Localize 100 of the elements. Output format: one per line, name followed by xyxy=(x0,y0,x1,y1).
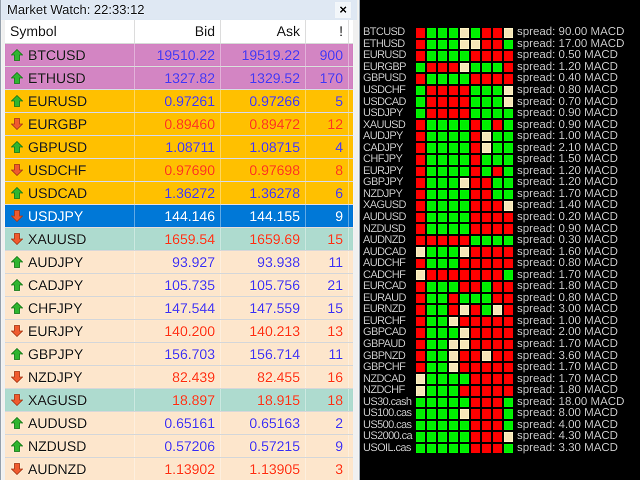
spread-label: spread: 1.70 MACD xyxy=(517,339,618,350)
symbol-name: USDCHF xyxy=(28,160,86,180)
spread-label: spread: 4.30 MACD xyxy=(517,431,618,442)
close-button[interactable]: × xyxy=(335,2,351,18)
signal-symbol: USDCHF xyxy=(363,85,406,96)
spread-label: spread: 1.60 MACD xyxy=(517,246,618,258)
symbol-row[interactable]: XAUUSD 1659.54 1659.69 15 xyxy=(5,227,353,250)
symbol-name: XAUUSD xyxy=(28,230,86,248)
spread-label: spread: 1.20 MACD xyxy=(517,166,618,177)
down-arrow-icon xyxy=(11,325,23,337)
symbol-row[interactable]: NZDUSD 0.57206 0.57215 9 xyxy=(5,434,353,457)
symbol-row[interactable]: AUDNZD 1.13902 1.13905 3 xyxy=(5,457,353,480)
symbol-row[interactable]: XAGUSD 18.897 18.915 18 xyxy=(5,388,353,411)
signal-symbol: GBPJPY xyxy=(363,177,404,188)
spread-label: spread: 1.80 MACD xyxy=(517,385,618,396)
spread-label: spread: 1.00 MACD xyxy=(517,316,618,327)
spread-label: spread: 8.00 MACD xyxy=(517,408,618,420)
up-arrow-icon xyxy=(11,256,23,268)
spread-label: spread: 1.70 MACD xyxy=(517,270,618,281)
spread-label: spread: 0.90 MACD xyxy=(517,224,618,235)
spread-label: spread: 0.80 MACD xyxy=(517,292,618,304)
down-arrow-icon xyxy=(11,164,23,176)
bid-price: 1.13902 xyxy=(135,458,221,480)
spread-label: spread: 0.80 MACD xyxy=(517,258,618,270)
spread-label: spread: 0.90 MACD xyxy=(517,120,618,131)
spread-label: spread: 3.00 MACD xyxy=(517,304,618,316)
up-arrow-icon xyxy=(11,417,23,429)
down-arrow-icon xyxy=(11,233,23,245)
symbol-name: CADJPY xyxy=(28,276,84,294)
signal-symbol: US2000.ca xyxy=(363,431,414,442)
signal-symbol: NZDUSD xyxy=(363,224,406,235)
signal-symbol: NZDCAD xyxy=(363,374,406,385)
spread-label: spread: 1.80 MACD xyxy=(517,281,618,292)
signal-symbol: EURJPY xyxy=(363,166,404,177)
symbol-row[interactable]: USDCAD 1.36272 1.36278 6 xyxy=(5,181,353,204)
spread-label: spread: 0.90 MACD xyxy=(517,108,618,120)
up-arrow-icon xyxy=(11,95,23,107)
symbol-row[interactable]: USDCHF 0.97690 0.97698 8 xyxy=(5,158,353,181)
signal-symbol: EURCHF xyxy=(363,316,406,327)
signal-symbol: GBPNZD xyxy=(363,350,406,362)
symbol-row[interactable]: ETHUSD 1327.82 1329.52 170 xyxy=(5,66,353,89)
spread-label: spread: 2.00 MACD xyxy=(517,327,618,338)
signal-symbol: EURUSD xyxy=(363,50,407,62)
spread-label: spread: 0.50 MACD xyxy=(517,50,618,62)
up-arrow-icon xyxy=(11,302,23,314)
signal-symbol: EURCAD xyxy=(363,281,407,292)
spread-label: spread: 1.20 MACD xyxy=(517,62,618,73)
symbol-row[interactable]: AUDJPY 93.927 93.938 11 xyxy=(5,250,353,273)
signal-symbol: US100.cas xyxy=(363,408,413,420)
symbol-row[interactable]: GBPUSD 1.08711 1.08715 4 xyxy=(5,135,353,158)
spread-label: spread: 3.30 MACD xyxy=(517,442,618,454)
signal-symbol: BTCUSD xyxy=(363,27,406,38)
symbol-name: EURJPY xyxy=(28,322,84,340)
ask-price: 1.13905 xyxy=(221,458,306,480)
signal-symbol: GBPAUD xyxy=(363,339,406,350)
signal-symbol: AUDJPY xyxy=(363,131,404,142)
symbol-name: AUDJPY xyxy=(28,252,84,272)
symbol-name: GBPUSD xyxy=(28,138,88,156)
signal-symbol: AUDNZD xyxy=(363,235,406,246)
symbol-row[interactable]: GBPJPY 156.703 156.714 11 xyxy=(5,342,353,365)
signal-symbol: US30.cash xyxy=(363,396,412,408)
up-arrow-icon xyxy=(11,72,23,84)
symbol-row[interactable]: CHFJPY 147.544 147.559 15 xyxy=(5,296,353,319)
spread-label: spread: 1.50 MACD xyxy=(517,154,618,166)
window-title: Market Watch: 22:33:12 xyxy=(7,1,145,20)
symbol-row[interactable]: NZDJPY 82.439 82.455 16 xyxy=(5,365,353,388)
signal-symbol: XAUUSD xyxy=(363,120,406,131)
spread-label: spread: 0.70 MACD xyxy=(517,96,618,108)
up-arrow-icon xyxy=(11,49,23,61)
signal-symbol: EURNZD xyxy=(363,304,406,316)
symbol-row[interactable]: EURUSD 0.97261 0.97266 5 xyxy=(5,89,353,112)
symbol-row[interactable]: BTCUSD 19510.22 19519.22 900 xyxy=(5,43,353,66)
spread-label: spread: 1.40 MACD xyxy=(517,200,618,212)
spread-label: spread: 0.30 MACD xyxy=(517,235,618,246)
symbol-name: NZDUSD xyxy=(28,436,86,456)
symbol-row[interactable]: EURJPY 140.200 140.213 13 xyxy=(5,319,353,342)
spread-label: spread: 1.70 MACD xyxy=(517,362,618,374)
symbol-row[interactable]: EURGBP 0.89460 0.89472 12 xyxy=(5,112,353,135)
down-arrow-icon xyxy=(11,394,23,406)
spread-label: spread: 17.00 MACD xyxy=(517,38,624,50)
spread-label: spread: 4.00 MACD xyxy=(517,420,618,431)
symbol-row[interactable]: CADJPY 105.735 105.756 21 xyxy=(5,273,353,296)
signal-symbol: USOIL.cas xyxy=(363,442,412,454)
spread-label: spread: 3.60 MACD xyxy=(517,350,618,362)
signal-symbol: XAGUSD xyxy=(363,200,407,212)
signal-symbol: AUDUSD xyxy=(363,212,407,224)
spread-label: spread: 0.80 MACD xyxy=(517,85,618,96)
signal-symbol: NZDJPY xyxy=(363,188,404,200)
up-arrow-icon xyxy=(11,187,23,199)
spread-label: spread: 0.20 MACD xyxy=(517,212,618,224)
spread-label: spread: 1.00 MACD xyxy=(517,131,618,142)
symbol-name: EURUSD xyxy=(28,92,88,110)
signal-symbol: GBPCHF xyxy=(363,362,406,374)
down-arrow-icon xyxy=(11,463,23,475)
up-arrow-icon xyxy=(11,348,23,360)
spread-value: 3 xyxy=(306,458,349,480)
symbol-row[interactable]: AUDUSD 0.65161 0.65163 2 xyxy=(5,411,353,434)
signal-symbol: USDCAD xyxy=(363,96,407,108)
symbol-row[interactable]: USDJPY 144.146 144.155 9 xyxy=(5,204,353,227)
symbol-name: BTCUSD xyxy=(28,46,86,64)
